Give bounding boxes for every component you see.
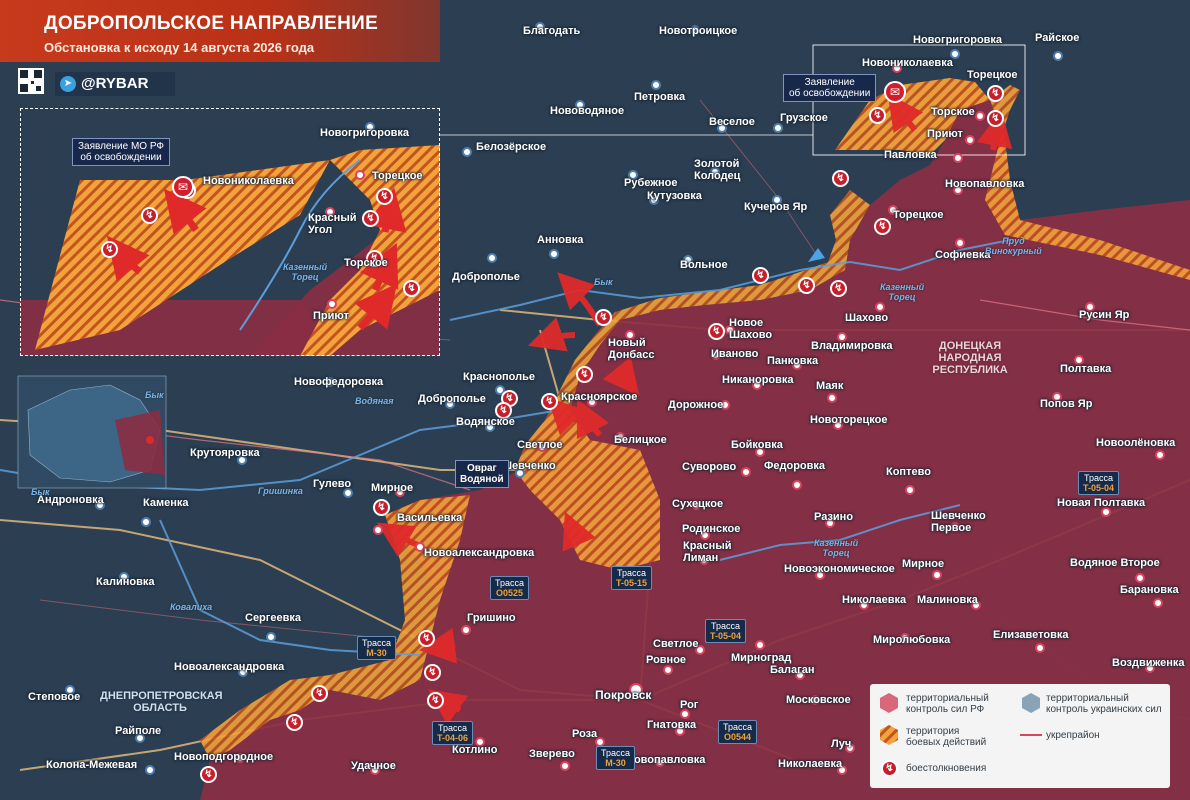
map: ↯ ↯ ↯ ↯ ↯ ↯ ↯ ↯ ↯ ↯ ↯ ↯ ↯ ↯ ↯ ↯ ↯ ↯ ↯ ↯ ↯ ↯ ↯ ↯ ↯ ↯ ↯ ↯ Благодать Но… [0,0,1190,800]
overview-minimap [17,375,167,489]
inset-frame [20,108,440,356]
